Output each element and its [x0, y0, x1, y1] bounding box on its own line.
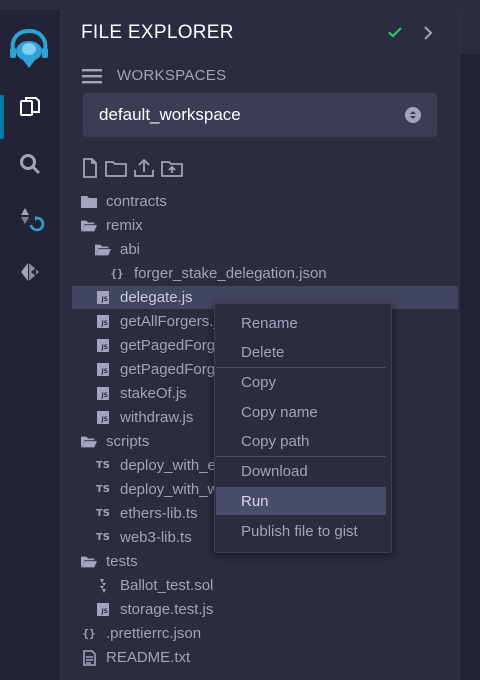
chevron-right-icon[interactable] — [423, 26, 433, 45]
js-file-icon: JS — [95, 338, 111, 354]
folder-open-icon — [95, 242, 111, 258]
remix-logo-icon[interactable] — [5, 23, 53, 71]
tree-folder-item[interactable]: tests — [61, 550, 459, 573]
context-menu-item-publish-file-to-gist[interactable]: Publish file to gist — [216, 517, 386, 545]
context-menu-item-copy[interactable]: Copy — [216, 368, 386, 396]
upload-folder-icon[interactable] — [161, 158, 183, 183]
json-file-icon: {} — [82, 627, 96, 640]
js-file-icon: JS — [95, 386, 111, 402]
icon-panel — [0, 10, 61, 680]
hamburger-menu-icon[interactable] — [82, 68, 102, 89]
ts-file-icon: TS — [95, 508, 111, 519]
tree-file-item[interactable]: JS storage.test.js — [61, 598, 459, 621]
workspace-selected-value: default_workspace — [99, 105, 241, 124]
menu-separator — [216, 456, 386, 457]
context-menu-item-run[interactable]: Run — [216, 487, 386, 515]
tree-item-label: ethers-lib.ts — [120, 505, 198, 522]
js-file-icon: JS — [95, 602, 111, 618]
active-indicator — [0, 95, 4, 139]
top-bar — [0, 0, 480, 10]
tree-file-item[interactable]: README.txt — [61, 646, 459, 669]
workspace-select[interactable]: default_workspace — [83, 93, 437, 137]
tree-item-label: web3-lib.ts — [120, 529, 192, 546]
tree-item-label: withdraw.js — [120, 409, 194, 426]
folder-open-icon — [81, 434, 97, 450]
file-explorer-panel: FILE EXPLORER WORKSPACES default_workspa… — [61, 10, 459, 680]
panel-title: FILE EXPLORER — [81, 22, 234, 43]
tree-item-label: contracts — [106, 193, 167, 210]
json-file-icon: {} — [110, 267, 124, 280]
new-file-icon[interactable] — [81, 158, 99, 183]
tree-folder-item[interactable]: abi — [61, 238, 459, 261]
tree-item-label: getAllForgers.js — [120, 313, 225, 330]
tree-folder-item[interactable]: remix — [61, 214, 459, 237]
js-file-icon: JS — [95, 410, 111, 426]
context-menu: Rename Delete Copy Copy name Copy path Downlo… — [214, 303, 392, 553]
context-menu-item-copy-path[interactable]: Copy path — [216, 427, 386, 455]
text-file-icon — [81, 649, 97, 666]
workspaces-label: WORKSPACES — [117, 67, 227, 84]
context-menu-item-download[interactable]: Download — [216, 457, 386, 485]
deploy-run-icon[interactable] — [13, 255, 47, 289]
tree-item-label: .prettierrc.json — [106, 625, 202, 642]
tree-folder-item[interactable]: contracts — [61, 190, 459, 213]
ts-file-icon: TS — [95, 532, 111, 543]
tree-item-label: remix — [106, 217, 143, 234]
tree-item-label: abi — [120, 241, 141, 258]
search-icon[interactable] — [13, 147, 47, 181]
tree-item-label: README.txt — [106, 649, 191, 666]
ts-file-icon: TS — [95, 484, 111, 495]
tree-item-label: scripts — [106, 433, 150, 450]
upload-icon[interactable] — [133, 158, 155, 183]
tree-item-label: delegate.js — [120, 289, 193, 306]
context-menu-item-rename[interactable]: Rename — [216, 309, 386, 337]
tree-item-label: tests — [106, 553, 138, 570]
solidity-compiler-icon[interactable] — [13, 203, 47, 237]
tree-file-item[interactable]: {} .prettierrc.json — [61, 622, 459, 645]
js-file-icon: JS — [95, 290, 111, 306]
js-file-icon: JS — [95, 314, 111, 330]
tree-item-label: stakeOf.js — [120, 385, 187, 402]
context-menu-item-copy-name[interactable]: Copy name — [216, 398, 386, 426]
tree-file-item[interactable]: Ballot_test.sol — [61, 574, 459, 597]
ts-file-icon: TS — [95, 460, 111, 471]
folder-open-icon — [81, 218, 97, 234]
editor-edge — [459, 10, 480, 680]
file-toolbar — [81, 158, 183, 183]
tree-item-label: storage.test.js — [120, 601, 214, 618]
js-file-icon: JS — [95, 362, 111, 378]
checkmark-icon — [387, 24, 403, 45]
tree-item-label: Ballot_test.sol — [120, 577, 214, 594]
folder-open-icon — [81, 554, 97, 570]
solidity-file-icon — [95, 578, 111, 594]
menu-separator — [216, 367, 386, 368]
tree-file-item[interactable]: {} forger_stake_delegation.json — [61, 262, 459, 285]
folder-icon — [81, 194, 97, 210]
new-folder-icon[interactable] — [105, 158, 127, 183]
tree-item-label: forger_stake_delegation.json — [134, 265, 327, 282]
context-menu-item-delete[interactable]: Delete — [216, 338, 386, 366]
select-arrows-icon — [405, 107, 421, 128]
file-explorer-icon[interactable] — [13, 90, 47, 124]
